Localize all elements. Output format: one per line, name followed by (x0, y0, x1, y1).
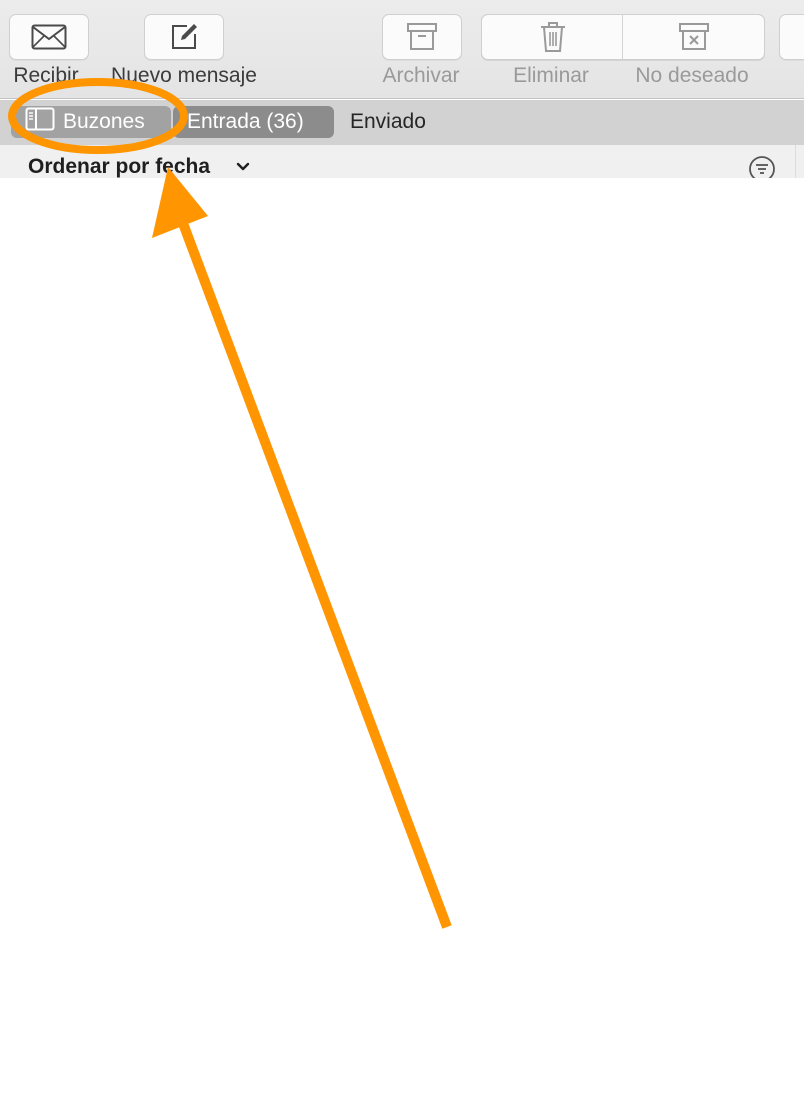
mail-toolbar: Recibir Nuevo mensaje Archivar Eliminar … (0, 0, 804, 99)
tab-inbox-label: Entrada (36) (187, 110, 304, 133)
sort-bar: Ordenar por fecha (0, 145, 804, 178)
delete-button[interactable] (481, 14, 623, 60)
delete-label: Eliminar (513, 64, 589, 87)
pane-divider (795, 145, 796, 178)
junk-label: No deseado (635, 64, 749, 87)
tab-inbox[interactable]: Entrada (36) (173, 106, 334, 138)
trash-icon (539, 21, 567, 53)
tab-mailboxes[interactable]: Buzones (11, 106, 171, 138)
new-message-label: Nuevo mensaje (111, 64, 257, 87)
archive-button[interactable] (382, 14, 462, 60)
tab-sent-label: Enviado (350, 110, 426, 133)
get-mail-label: Recibir (13, 64, 79, 87)
new-message-button[interactable] (144, 14, 224, 60)
get-mail-button[interactable] (9, 14, 89, 60)
junk-box-icon (678, 22, 710, 52)
envelope-icon (31, 24, 67, 50)
tab-mailboxes-label: Buzones (63, 110, 145, 133)
tab-sent[interactable]: Enviado (340, 106, 450, 138)
chevron-down-icon[interactable] (236, 159, 250, 177)
archive-box-icon (406, 22, 438, 52)
junk-button[interactable] (623, 14, 765, 60)
message-list (0, 178, 804, 1100)
more-toolbar-button[interactable] (779, 14, 804, 60)
archive-label: Archivar (382, 64, 460, 87)
mailbox-tab-bar: Buzones Entrada (36) Enviado (0, 100, 804, 145)
sidebar-icon (25, 107, 55, 137)
sort-by-date-button[interactable]: Ordenar por fecha (28, 155, 210, 179)
compose-icon (169, 22, 199, 52)
